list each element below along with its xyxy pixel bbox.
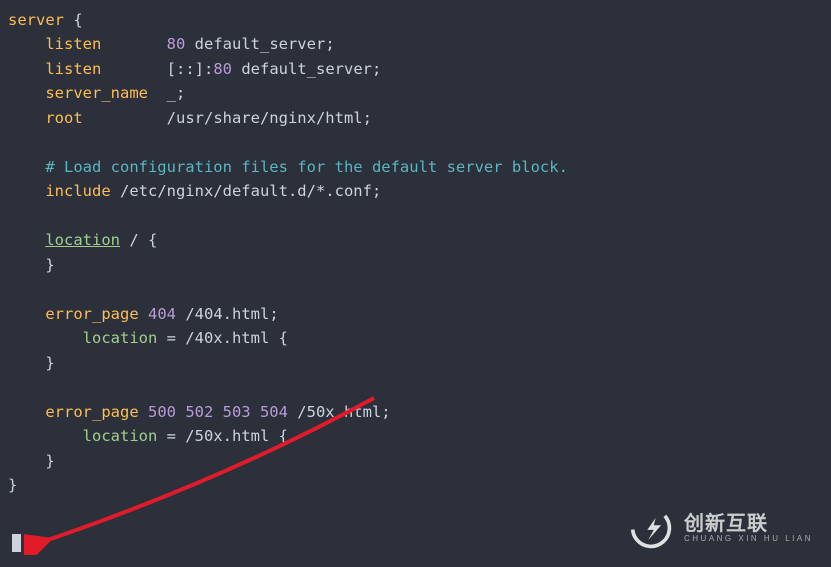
kw-location: location xyxy=(83,329,158,347)
eq: = /50x.html xyxy=(157,427,278,445)
brace: } xyxy=(45,452,54,470)
num: 80 xyxy=(213,60,232,78)
path: / xyxy=(120,231,148,249)
brace: { xyxy=(148,231,157,249)
kw-errorpage: error_page xyxy=(45,403,138,421)
kw-location: location xyxy=(45,231,120,249)
brace: } xyxy=(8,476,17,494)
watermark-cn: 创新互联 xyxy=(684,513,813,535)
semi: ; xyxy=(269,305,278,323)
kw-listen: listen xyxy=(45,35,101,53)
brace: { xyxy=(279,427,288,445)
txt: default_server xyxy=(185,35,325,53)
kw-root: root xyxy=(45,109,82,127)
path: /404.html xyxy=(185,305,269,323)
brace: } xyxy=(45,256,54,274)
watermark-en: CHUANG XIN HU LIAN xyxy=(684,535,813,544)
semi: ; xyxy=(372,182,381,200)
kw-servername: server_name xyxy=(45,84,148,102)
text-cursor xyxy=(12,534,21,552)
num: 80 xyxy=(167,35,186,53)
semi: ; xyxy=(363,109,372,127)
kw-include: include xyxy=(45,182,110,200)
addr: [::]: xyxy=(167,60,214,78)
codes: 500 502 503 504 xyxy=(139,403,298,421)
semi: ; xyxy=(176,84,185,102)
watermark-logo-icon xyxy=(628,505,674,551)
eq: = /40x.html xyxy=(157,329,278,347)
semi: ; xyxy=(325,35,334,53)
kw-listen: listen xyxy=(45,60,101,78)
brace: } xyxy=(45,354,54,372)
code-block: server { listen 80 default_server; liste… xyxy=(0,0,831,498)
val: /etc/nginx/default.d/*.conf xyxy=(111,182,372,200)
val: /usr/share/nginx/html xyxy=(167,109,363,127)
comment: # Load configuration files for the defau… xyxy=(45,158,568,176)
codes: 404 xyxy=(139,305,186,323)
txt: default_server xyxy=(232,60,372,78)
kw-server: server xyxy=(8,11,64,29)
semi: ; xyxy=(372,60,381,78)
watermark: 创新互联 CHUANG XIN HU LIAN xyxy=(628,505,813,551)
path: /50x.html xyxy=(297,403,381,421)
brace: { xyxy=(64,11,83,29)
semi: ; xyxy=(381,403,390,421)
kw-location: location xyxy=(83,427,158,445)
val: _ xyxy=(167,84,176,102)
kw-errorpage: error_page xyxy=(45,305,138,323)
brace: { xyxy=(279,329,288,347)
